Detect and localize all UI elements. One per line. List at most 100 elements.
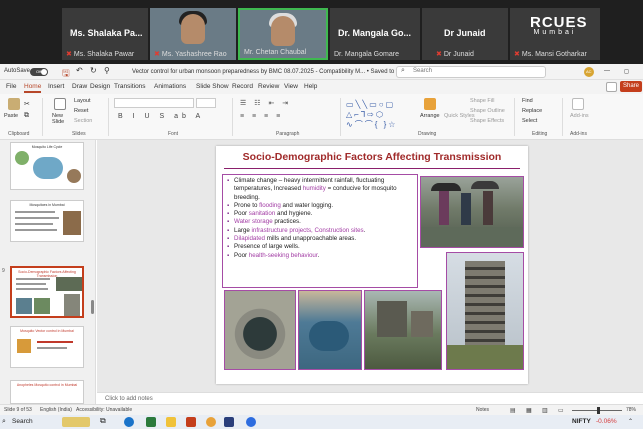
tab-review[interactable]: Review	[258, 83, 279, 90]
participant-video-tile-active[interactable]: Mr. Chetan Chaubal	[238, 8, 328, 60]
tab-draw[interactable]: Draw	[72, 83, 87, 90]
notes-pane[interactable]: Click to add notes	[97, 392, 643, 404]
section-button[interactable]: Section	[74, 118, 92, 124]
customize-icon[interactable]: ⚲	[104, 66, 110, 75]
tab-design[interactable]: Design	[90, 83, 110, 90]
edge-icon[interactable]	[124, 417, 134, 427]
photoshop-icon[interactable]	[224, 417, 234, 427]
copy-icon[interactable]: ⧉	[24, 112, 29, 120]
taskbar-search[interactable]: Search	[12, 418, 33, 425]
find-button[interactable]: Find	[522, 98, 533, 104]
trees-shape	[447, 345, 523, 369]
reset-button[interactable]: Reset	[74, 108, 88, 114]
paste-icon[interactable]	[8, 98, 20, 110]
tab-file[interactable]: File	[6, 83, 16, 90]
arrange-icon[interactable]	[424, 98, 436, 110]
document-title: Vector control for urban monsoon prepare…	[132, 69, 422, 75]
user-avatar[interactable]: AC	[584, 67, 594, 77]
powerpoint-icon[interactable]	[186, 417, 196, 427]
participant-video-tile[interactable]: ✖ Ms. Yashashree Rao	[150, 8, 236, 60]
mic-muted-icon: ✖	[514, 51, 520, 58]
bullet-text: practices.	[272, 218, 301, 226]
chrome-icon[interactable]	[206, 417, 216, 427]
thumbnails-scrollbar[interactable]	[91, 300, 94, 314]
layout-button[interactable]: Layout	[74, 98, 91, 104]
zoom-slider-handle[interactable]	[597, 407, 600, 414]
thumbnail-image	[63, 211, 81, 235]
dilapidated-building-photo[interactable]	[364, 290, 442, 370]
search-box[interactable]: ⌕ Search	[396, 66, 546, 78]
participant-name: Ms. Shalaka Pa...	[70, 28, 143, 38]
shape-outline-button[interactable]: Shape Outline	[470, 108, 505, 114]
participant-tile[interactable]: Ms. Shalaka Pa... ✖ Ms. Shalaka Pawar	[62, 8, 148, 60]
slide-thumbnail[interactable]: Mosquito Life Cycle	[10, 142, 84, 190]
align-icons[interactable]: ≡ ≡ ≡ ≡	[240, 113, 283, 120]
share-button[interactable]: Share	[620, 81, 642, 92]
participant-label: ✖ Dr Junaid	[436, 50, 474, 58]
bullet-text: Presence of large wells.	[234, 243, 300, 251]
flooded-street-photo[interactable]	[420, 176, 524, 248]
accessibility-indicator[interactable]: Accessibility: Unavailable	[76, 407, 132, 413]
slide-title[interactable]: Socio-Demographic Factors Affecting Tran…	[216, 151, 528, 163]
zoom-app-icon[interactable]	[246, 417, 256, 427]
font-name-dropdown[interactable]	[114, 98, 194, 108]
stock-ticker[interactable]: NIFTY	[572, 418, 591, 425]
open-well-photo[interactable]	[224, 290, 296, 370]
meeting-participant-strip: Ms. Shalaka Pa... ✖ Ms. Shalaka Pawar ✖ Ms…	[0, 0, 643, 64]
tab-insert[interactable]: Insert	[48, 83, 64, 90]
shape-fill-button[interactable]: Shape Fill	[470, 98, 494, 104]
replace-button[interactable]: Replace	[522, 108, 542, 114]
undo-icon[interactable]: ↶	[76, 66, 83, 75]
new-slide-button[interactable]: New Slide	[52, 113, 70, 125]
task-view-icon[interactable]: ⧉	[100, 416, 106, 426]
font-size-dropdown[interactable]	[196, 98, 216, 108]
bullet-text-box[interactable]: Climate change – heavy intermittent rain…	[222, 174, 418, 288]
bullet-text: Large	[234, 226, 252, 234]
slideshow-icon[interactable]: ▭	[558, 407, 564, 414]
slide-thumbnail[interactable]: Mosquitoes in Mumbai	[10, 200, 84, 242]
slide-sorter-icon[interactable]: ▦	[526, 407, 532, 414]
tab-animations[interactable]: Animations	[154, 83, 186, 90]
slide-thumbnail-selected[interactable]: Socio-Demographic Factors Affecting Tran…	[10, 266, 84, 318]
tab-record[interactable]: Record	[232, 83, 253, 90]
participant-tile[interactable]: Dr. Mangala Go... Dr. Mangala Gomare	[330, 8, 420, 60]
tab-view[interactable]: View	[284, 83, 298, 90]
file-explorer-icon[interactable]	[166, 417, 176, 427]
tab-transitions[interactable]: Transitions	[114, 83, 146, 90]
construction-site-photo[interactable]	[446, 252, 524, 370]
water-storage-photo[interactable]	[298, 290, 362, 370]
cut-icon[interactable]: ✂	[24, 100, 30, 108]
shape-effects-button[interactable]: Shape Effects	[470, 118, 504, 124]
reading-view-icon[interactable]: ▥	[542, 407, 548, 414]
participant-tile[interactable]: RCUES Mumbai ✖ Ms. Mansi Gotharkar	[510, 8, 600, 60]
language-indicator[interactable]: English (India)	[40, 407, 72, 413]
weather-widget-icon[interactable]	[62, 417, 90, 427]
restore-button[interactable]: ◻	[624, 68, 629, 75]
comments-button[interactable]	[606, 82, 617, 92]
shapes-gallery-icon[interactable]: ▭╲╲▭○▢ △⌐⅂⇨⬡ ∿⌒⌒{ }☆	[346, 100, 410, 129]
arrange-button[interactable]: Arrange	[420, 113, 440, 119]
tab-slide-show[interactable]: Slide Show	[196, 83, 229, 90]
zoom-level[interactable]: 78%	[626, 407, 636, 413]
addins-button[interactable]: Add-ins	[570, 113, 589, 119]
store-icon[interactable]	[146, 417, 156, 427]
font-format-icons[interactable]: B I U S ab A	[118, 113, 204, 120]
list-format-icons[interactable]: ☰ ☷ ⇤ ⇥	[240, 99, 291, 107]
normal-view-icon[interactable]: ▤	[510, 407, 516, 414]
tab-home[interactable]: Home	[24, 83, 42, 93]
participant-tile[interactable]: Dr Junaid ✖ Dr Junaid	[422, 8, 508, 60]
slide-thumbnail[interactable]: Anopheles Mosquito control in Mumbai	[10, 380, 84, 404]
paste-button[interactable]: Paste	[4, 113, 18, 119]
addins-icon[interactable]	[572, 98, 584, 110]
redo-icon[interactable]: ↻	[90, 66, 97, 75]
notes-toggle-button[interactable]: Notes	[476, 407, 489, 413]
current-slide[interactable]: Socio-Demographic Factors Affecting Tran…	[216, 146, 528, 384]
search-icon[interactable]: ⌕	[2, 418, 6, 426]
ribbon-tabs: File Home Insert Draw Design Transitions…	[0, 80, 643, 94]
chevron-up-icon[interactable]: ⌃	[628, 418, 633, 425]
minimize-button[interactable]: —	[604, 68, 610, 74]
tab-help[interactable]: Help	[304, 83, 317, 90]
select-button[interactable]: Select	[522, 118, 537, 124]
slide-thumbnail[interactable]: Mosquito Vector control in Mumbai	[10, 326, 84, 368]
new-slide-icon[interactable]	[54, 98, 66, 110]
